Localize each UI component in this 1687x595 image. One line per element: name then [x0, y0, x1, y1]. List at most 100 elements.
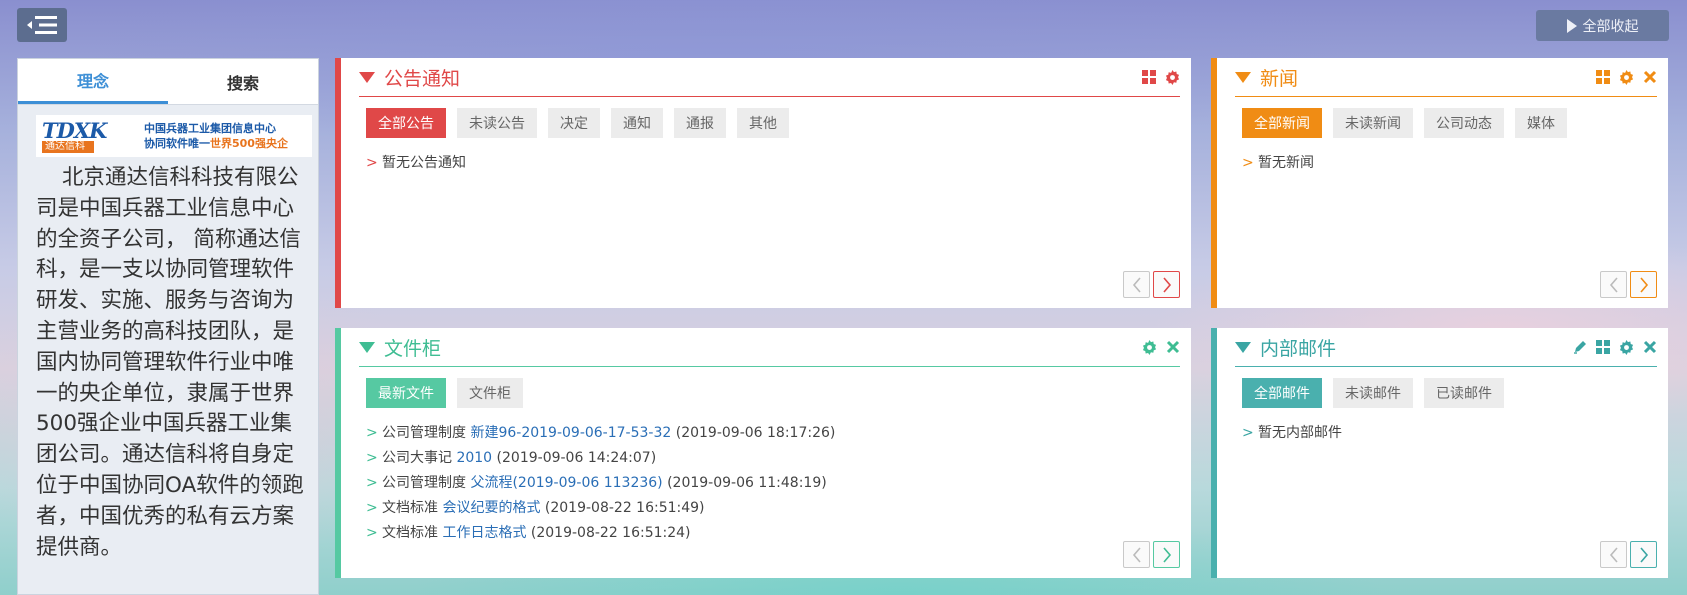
logo-slogan-line2a: 协同软件唯一 [144, 137, 210, 150]
news-list: > 暂无新闻 [1242, 151, 1314, 176]
notice-widget: 公告通知 全部公告 未读公告 决定 通知 通报 其他 > 暂无公告通知 [335, 58, 1191, 308]
tab-bulletin[interactable]: 通报 [674, 108, 726, 138]
notice-tabs: 全部公告 未读公告 决定 通知 通报 其他 [366, 108, 789, 138]
widget-tools [1596, 69, 1657, 85]
internal-mail-widget-header: 内部邮件 [1235, 328, 1657, 367]
file-link[interactable]: 2010 [456, 450, 492, 466]
list-marker: > [366, 155, 378, 171]
widget-tools [1142, 69, 1180, 85]
list-marker: > [1242, 155, 1254, 171]
prev-page-button[interactable] [1600, 271, 1627, 298]
pager [1123, 541, 1180, 568]
play-icon [1566, 18, 1577, 33]
list-marker: > [366, 500, 378, 516]
notice-list: > 暂无公告通知 [366, 151, 466, 176]
mail-tabs: 全部邮件 未读邮件 已读邮件 [1242, 378, 1570, 408]
list-item: > 公司大事记 2010 (2019-09-06 14:24:07) [366, 446, 835, 471]
chevron-left-icon [1609, 276, 1618, 293]
file-link[interactable]: 会议纪要的格式 [442, 500, 540, 516]
file-link[interactable]: 工作日志格式 [442, 525, 526, 541]
empty-message: 暂无内部邮件 [1258, 425, 1342, 441]
chevron-left-icon [1132, 546, 1141, 563]
tab-all-notices[interactable]: 全部公告 [366, 108, 446, 138]
prev-page-button[interactable] [1123, 541, 1150, 568]
file-time: (2019-08-22 16:51:49) [544, 500, 705, 516]
file-time: (2019-09-06 14:24:07) [496, 450, 657, 466]
tab-latest-files[interactable]: 最新文件 [366, 378, 446, 408]
gear-icon[interactable] [1619, 339, 1634, 355]
file-time: (2019-09-06 18:17:26) [675, 425, 836, 441]
logo-mark-text: TDXK [42, 117, 107, 143]
grid-icon[interactable] [1596, 340, 1610, 354]
next-page-button[interactable] [1630, 271, 1657, 298]
file-list: > 公司管理制度 新建96-2019-09-06-17-53-32 (2019-0… [366, 421, 835, 546]
chevron-right-icon [1162, 276, 1171, 293]
prev-page-button[interactable] [1600, 541, 1627, 568]
file-link[interactable]: 新建96-2019-09-06-17-53-32 [470, 425, 671, 441]
tab-unread-mail[interactable]: 未读邮件 [1333, 378, 1413, 408]
list-marker: > [366, 450, 378, 466]
pager [1600, 271, 1657, 298]
tab-notice[interactable]: 通知 [611, 108, 663, 138]
tab-decision[interactable]: 决定 [548, 108, 600, 138]
left-tabs: 理念 搜索 [18, 59, 318, 105]
list-item: > 暂无新闻 [1242, 151, 1314, 176]
tab-all-mail[interactable]: 全部邮件 [1242, 378, 1322, 408]
widget-title: 公告通知 [384, 67, 461, 90]
pager [1123, 271, 1180, 298]
tab-company-news[interactable]: 公司动态 [1424, 108, 1504, 138]
collapse-all-button[interactable]: 全部收起 [1536, 10, 1669, 41]
news-widget-header: 新闻 [1235, 58, 1657, 97]
tab-file-cabinet[interactable]: 文件柜 [457, 378, 523, 408]
file-category: 公司管理制度 [382, 425, 466, 441]
next-page-button[interactable] [1153, 271, 1180, 298]
list-item: > 公司管理制度 父流程(2019-09-06 113236) (2019-09-… [366, 471, 835, 496]
sidebar-toggle-button[interactable] [17, 8, 67, 42]
menu-collapse-icon [27, 16, 57, 34]
grid-icon[interactable] [1596, 70, 1610, 84]
close-icon[interactable] [1166, 340, 1180, 354]
company-logo-banner: TDXK 通达信科 中国兵器工业集团信息中心 协同软件唯一世界500强央企 [36, 115, 312, 157]
collapse-all-label: 全部收起 [1582, 18, 1639, 35]
collapse-caret-icon[interactable] [1235, 341, 1251, 353]
list-item: > 暂无内部邮件 [1242, 421, 1342, 446]
file-category: 文档标准 [382, 500, 438, 516]
chevron-right-icon [1639, 546, 1648, 563]
logo-slogan-line2b: 世界500强央企 [210, 137, 288, 150]
gear-icon[interactable] [1165, 69, 1180, 85]
tab-read-mail[interactable]: 已读邮件 [1424, 378, 1504, 408]
company-intro-text: 北京通达信科科技有限公司是中国兵器工业信息中心的全资子公司， 简称通达信科，是一… [36, 165, 304, 560]
chevron-left-icon [1132, 276, 1141, 293]
tab-unread-news[interactable]: 未读新闻 [1333, 108, 1413, 138]
tab-all-news[interactable]: 全部新闻 [1242, 108, 1322, 138]
chevron-left-icon [1609, 546, 1618, 563]
widget-tools [1573, 339, 1657, 355]
list-marker: > [366, 425, 378, 441]
file-category: 公司大事记 [382, 450, 452, 466]
collapse-caret-icon[interactable] [359, 341, 375, 353]
tab-philosophy[interactable]: 理念 [18, 59, 168, 104]
collapse-caret-icon[interactable] [359, 71, 375, 83]
file-link[interactable]: 父流程(2019-09-06 113236) [470, 475, 662, 491]
news-widget: 新闻 全部新闻 未读新闻 公司动态 媒体 > 暂无新闻 [1211, 58, 1668, 308]
notice-widget-header: 公告通知 [359, 58, 1180, 97]
close-icon[interactable] [1643, 70, 1657, 84]
close-icon[interactable] [1643, 340, 1657, 354]
tab-media[interactable]: 媒体 [1515, 108, 1567, 138]
gear-icon[interactable] [1142, 339, 1157, 355]
tab-unread-notices[interactable]: 未读公告 [457, 108, 537, 138]
tab-search[interactable]: 搜索 [168, 59, 318, 104]
grid-icon[interactable] [1142, 70, 1156, 84]
widget-title: 内部邮件 [1260, 337, 1337, 360]
logo-slogan: 中国兵器工业集团信息中心 协同软件唯一世界500强央企 [144, 121, 288, 151]
next-page-button[interactable] [1153, 541, 1180, 568]
prev-page-button[interactable] [1123, 271, 1150, 298]
list-item: > 暂无公告通知 [366, 151, 466, 176]
chevron-right-icon [1639, 276, 1648, 293]
tab-other[interactable]: 其他 [737, 108, 789, 138]
gear-icon[interactable] [1619, 69, 1634, 85]
collapse-caret-icon[interactable] [1235, 71, 1251, 83]
next-page-button[interactable] [1630, 541, 1657, 568]
edit-icon[interactable] [1573, 340, 1587, 354]
file-category: 公司管理制度 [382, 475, 466, 491]
